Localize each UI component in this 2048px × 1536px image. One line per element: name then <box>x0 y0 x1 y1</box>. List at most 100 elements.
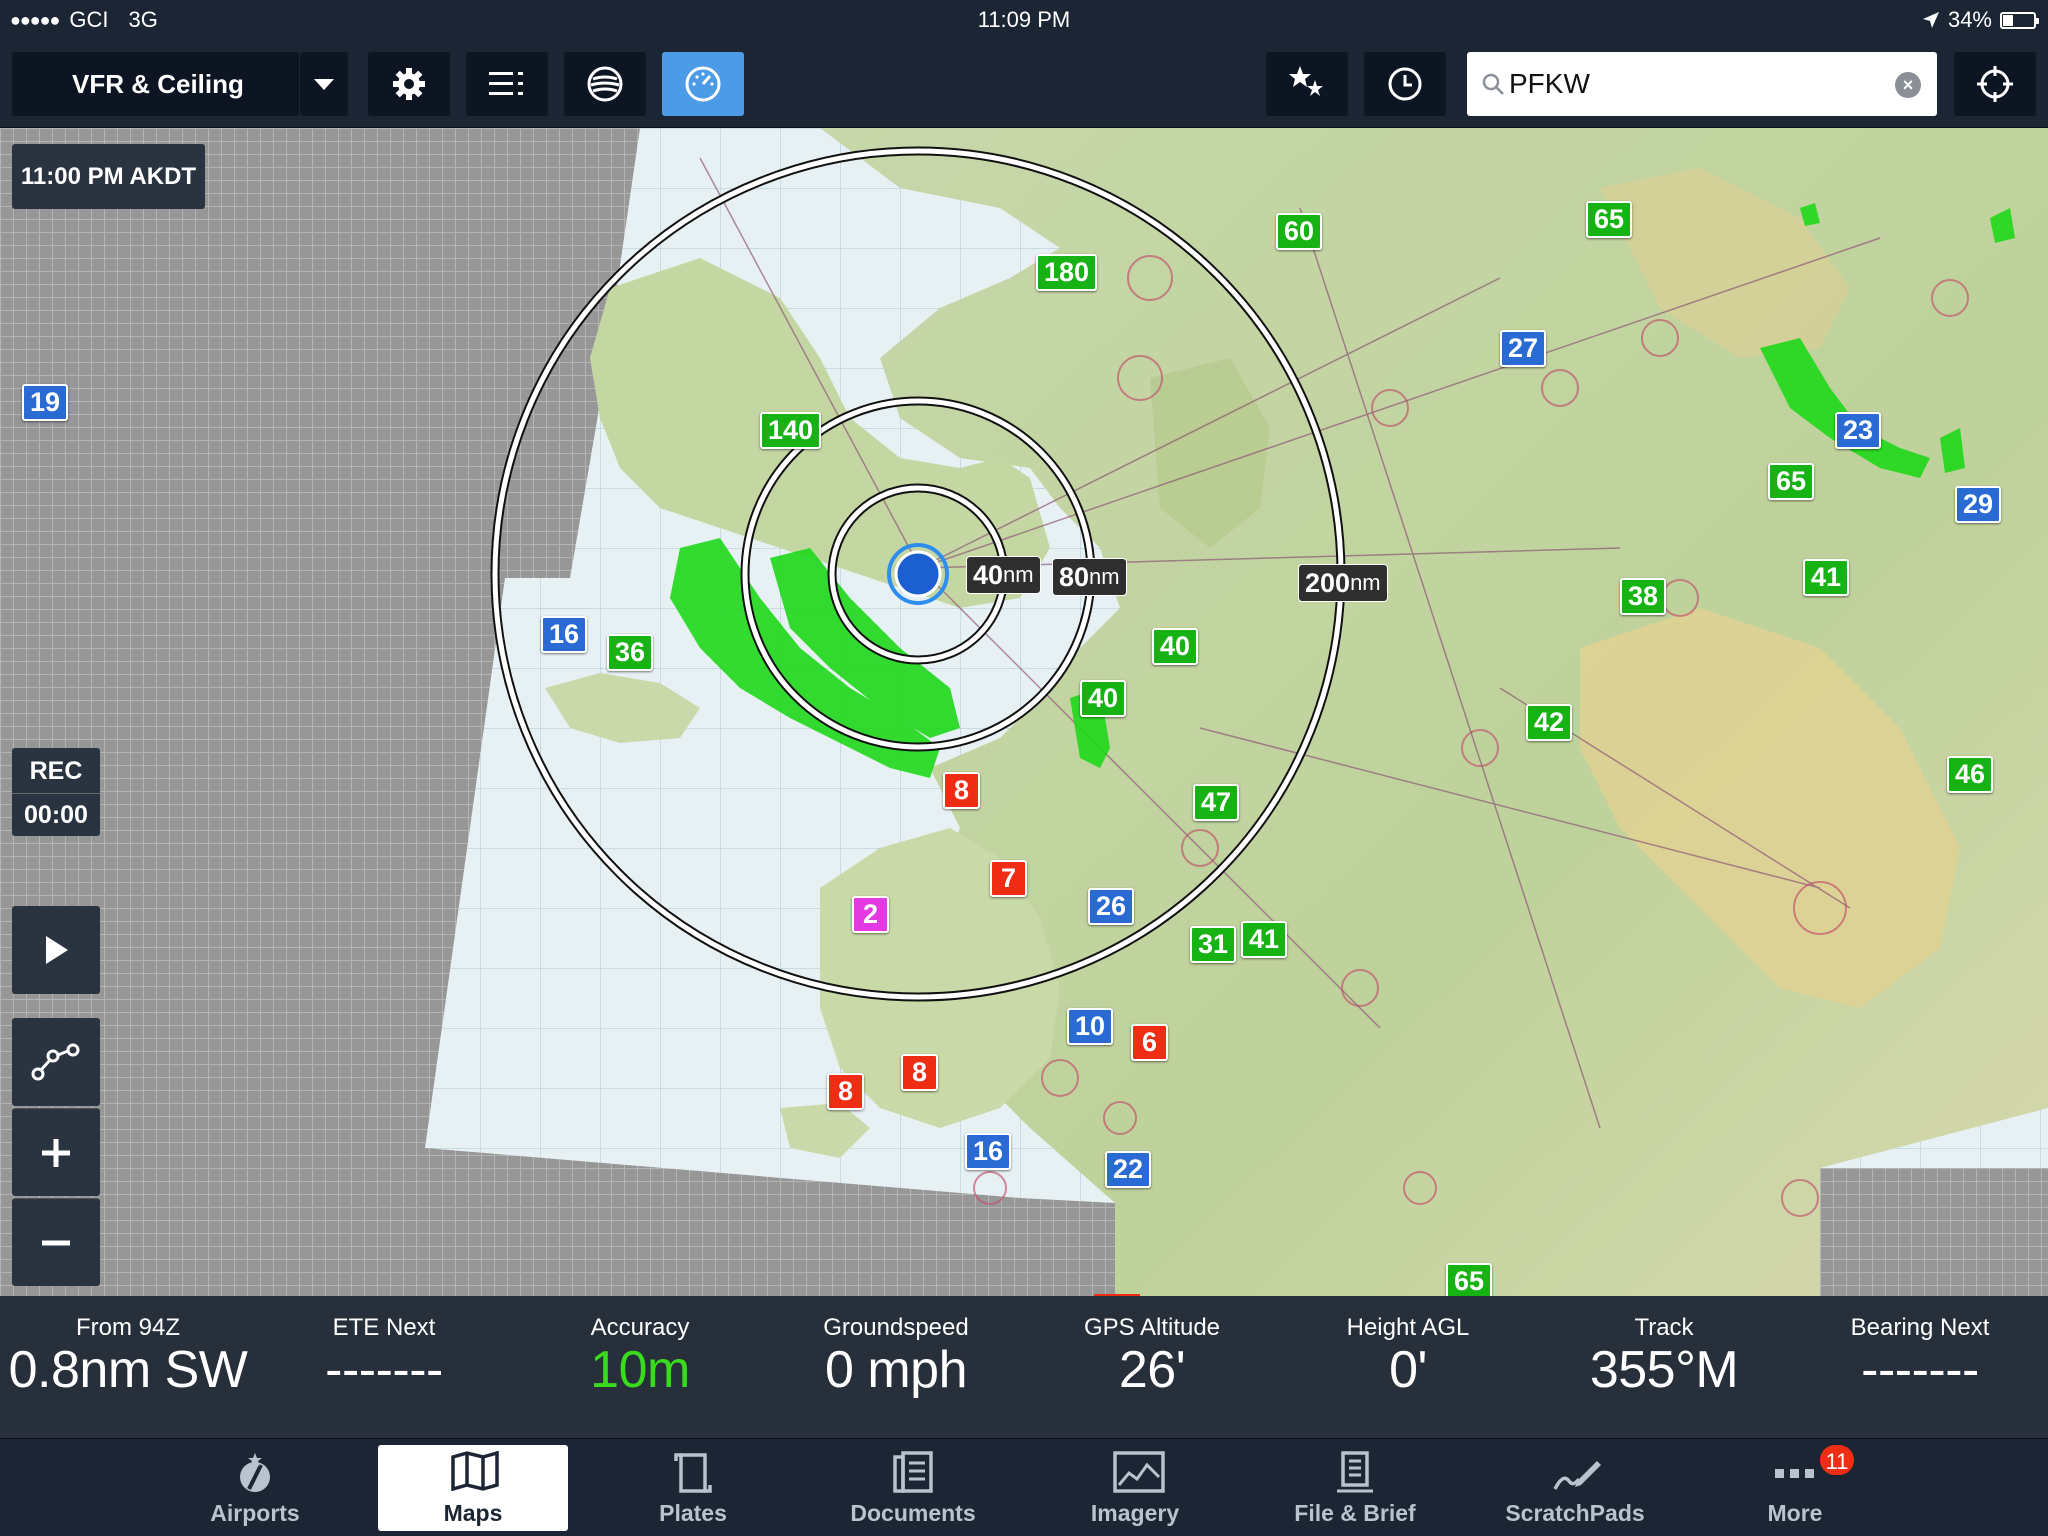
instrument-label: Accuracy <box>590 1314 690 1341</box>
airport-badge[interactable]: 16 <box>965 1133 1012 1170</box>
airport-badge[interactable]: 65 <box>1446 1263 1493 1296</box>
tab-maps[interactable]: Maps <box>378 1445 568 1531</box>
more-icon <box>1775 1469 1814 1478</box>
airport-badge[interactable]: 26 <box>1088 888 1135 925</box>
search-input[interactable]: PFKW <box>1509 68 1590 100</box>
battery-percent: 34% <box>1947 7 1992 32</box>
search-field[interactable]: PFKW × <box>1467 52 1937 116</box>
instrument-value: 0' <box>1389 1341 1427 1399</box>
map-view[interactable]: 11:00 PM AKDT 40 nm 80 nm 200 nm 180 60 65 … <box>0 128 2048 1296</box>
airport-badge[interactable]: 65 <box>1586 201 1633 238</box>
zoom-in-button[interactable] <box>12 1108 100 1196</box>
airport-badge[interactable]: 36 <box>607 634 654 671</box>
airport-badge[interactable]: 22 <box>1105 1151 1152 1188</box>
airport-badge[interactable]: 8 <box>901 1054 938 1091</box>
stars-icon <box>1289 66 1323 96</box>
scratchpads-icon <box>1553 1461 1601 1490</box>
range-ring-label-200: 200 nm <box>1298 564 1388 602</box>
gauge-icon <box>685 66 721 102</box>
tab-file-brief[interactable]: File & Brief <box>1260 1445 1450 1531</box>
instrument-groundspeed[interactable]: Groundspeed 0 mph <box>768 1296 1024 1438</box>
instrument-track[interactable]: Track 355°M <box>1536 1296 1792 1438</box>
record-label: REC <box>29 757 83 785</box>
airport-badge[interactable]: 6 <box>1131 1024 1168 1061</box>
airport-badge[interactable]: 23 <box>1835 412 1882 449</box>
instrument-value: 0.8nm SW <box>8 1341 248 1399</box>
airport-badge[interactable]: 2 <box>852 896 889 933</box>
tab-label: More <box>1767 1500 1823 1526</box>
instrument-label: From 94Z <box>75 1314 180 1341</box>
ring-value: 80 <box>1059 561 1090 592</box>
ring-value: 200 <box>1305 567 1351 598</box>
clear-search-icon[interactable]: × <box>1895 72 1921 98</box>
layers-list-button[interactable] <box>466 52 548 116</box>
instrument-value: ------- <box>1861 1341 1979 1399</box>
airport-badge[interactable]: 10 <box>1067 1008 1114 1045</box>
instrument-value: ------- <box>325 1341 443 1399</box>
tab-label: ScratchPads <box>1505 1500 1645 1526</box>
crosshair-icon <box>1977 66 2013 102</box>
file-brief-icon <box>1337 1451 1373 1493</box>
instrument-from[interactable]: From 94Z 0.8nm SW <box>0 1296 256 1438</box>
instrument-gps-altitude[interactable]: GPS Altitude 26' <box>1024 1296 1280 1438</box>
airport-badge[interactable]: 7 <box>990 860 1027 897</box>
airport-badge[interactable]: 40 <box>1152 628 1199 665</box>
airport-badge[interactable]: 41 <box>1803 559 1850 596</box>
airport-badge[interactable]: 140 <box>760 412 822 449</box>
notification-badge: 11 <box>1818 1443 1856 1477</box>
tab-scratchpads[interactable]: ScratchPads <box>1480 1445 1670 1531</box>
layer-dropdown-button[interactable] <box>300 52 348 116</box>
play-icon <box>46 936 68 964</box>
zoom-out-button[interactable] <box>12 1198 100 1286</box>
play-button[interactable] <box>12 906 100 994</box>
instrument-value: 355°M <box>1589 1341 1739 1399</box>
tab-imagery[interactable]: Imagery <box>1040 1445 1230 1531</box>
tab-airports[interactable]: Airports <box>160 1445 350 1531</box>
airport-badge[interactable]: 180 <box>1036 254 1098 291</box>
instrument-accuracy[interactable]: Accuracy 10m <box>512 1296 768 1438</box>
airport-badge[interactable]: 46 <box>1947 756 1994 793</box>
range-ring-label-40: 40 nm <box>966 556 1041 594</box>
airport-badge[interactable]: 60 <box>1276 213 1323 250</box>
airport-badge[interactable]: 8 <box>943 772 980 809</box>
map-toolbar: VFR & Ceiling PFKW × <box>0 42 2048 128</box>
instrument-bearing-next[interactable]: Bearing Next ------- <box>1792 1296 2048 1438</box>
airport-badge[interactable]: 27 <box>1500 330 1547 367</box>
airport-badge[interactable]: 19 <box>22 384 69 421</box>
tab-plates[interactable]: Plates <box>598 1445 788 1531</box>
clock: 11:09 PM <box>977 7 1071 32</box>
airport-badge[interactable]: 41 <box>1241 921 1288 958</box>
sectional-button[interactable] <box>564 52 646 116</box>
locate-button[interactable] <box>1954 52 2036 116</box>
layer-selector[interactable]: VFR & Ceiling <box>12 52 299 116</box>
airport-badge[interactable]: 29 <box>1955 486 2002 523</box>
documents-icon <box>893 1451 933 1493</box>
instrument-ete-next[interactable]: ETE Next ------- <box>256 1296 512 1438</box>
instruments-toggle-button[interactable] <box>662 52 744 116</box>
airport-badge[interactable]: 42 <box>1526 704 1573 741</box>
recent-button[interactable] <box>1364 52 1446 116</box>
tab-more[interactable]: 11 More <box>1700 1443 1890 1531</box>
airport-badge[interactable]: 16 <box>541 616 588 653</box>
status-bar: ●●●●● GCI 3G 11:09 PM 34% <box>0 0 2048 42</box>
airport-badge[interactable]: 47 <box>1193 784 1240 821</box>
battery-level <box>2003 14 2013 26</box>
airport-badge[interactable]: 38 <box>1620 578 1667 615</box>
chevron-down-icon <box>314 78 334 90</box>
airport-badge[interactable]: 8 <box>827 1073 864 1110</box>
airport-badge[interactable]: 40 <box>1080 680 1127 717</box>
favorites-button[interactable] <box>1266 52 1348 116</box>
record-button[interactable]: REC 00:00 <box>12 748 100 836</box>
airport-badge[interactable]: 31 <box>1190 926 1237 963</box>
airport-badge[interactable]: 65 <box>1768 463 1815 500</box>
route-button[interactable] <box>12 1018 100 1106</box>
settings-button[interactable] <box>368 52 450 116</box>
ownship-position <box>894 550 942 598</box>
tab-label: Plates <box>659 1500 727 1526</box>
minus-icon <box>42 1240 70 1245</box>
maps-icon <box>451 1451 499 1491</box>
plates-icon <box>674 1453 712 1493</box>
instrument-height-agl[interactable]: Height AGL 0' <box>1280 1296 1536 1438</box>
sectional-chart <box>425 128 2048 1296</box>
tab-documents[interactable]: Documents <box>818 1445 1008 1531</box>
